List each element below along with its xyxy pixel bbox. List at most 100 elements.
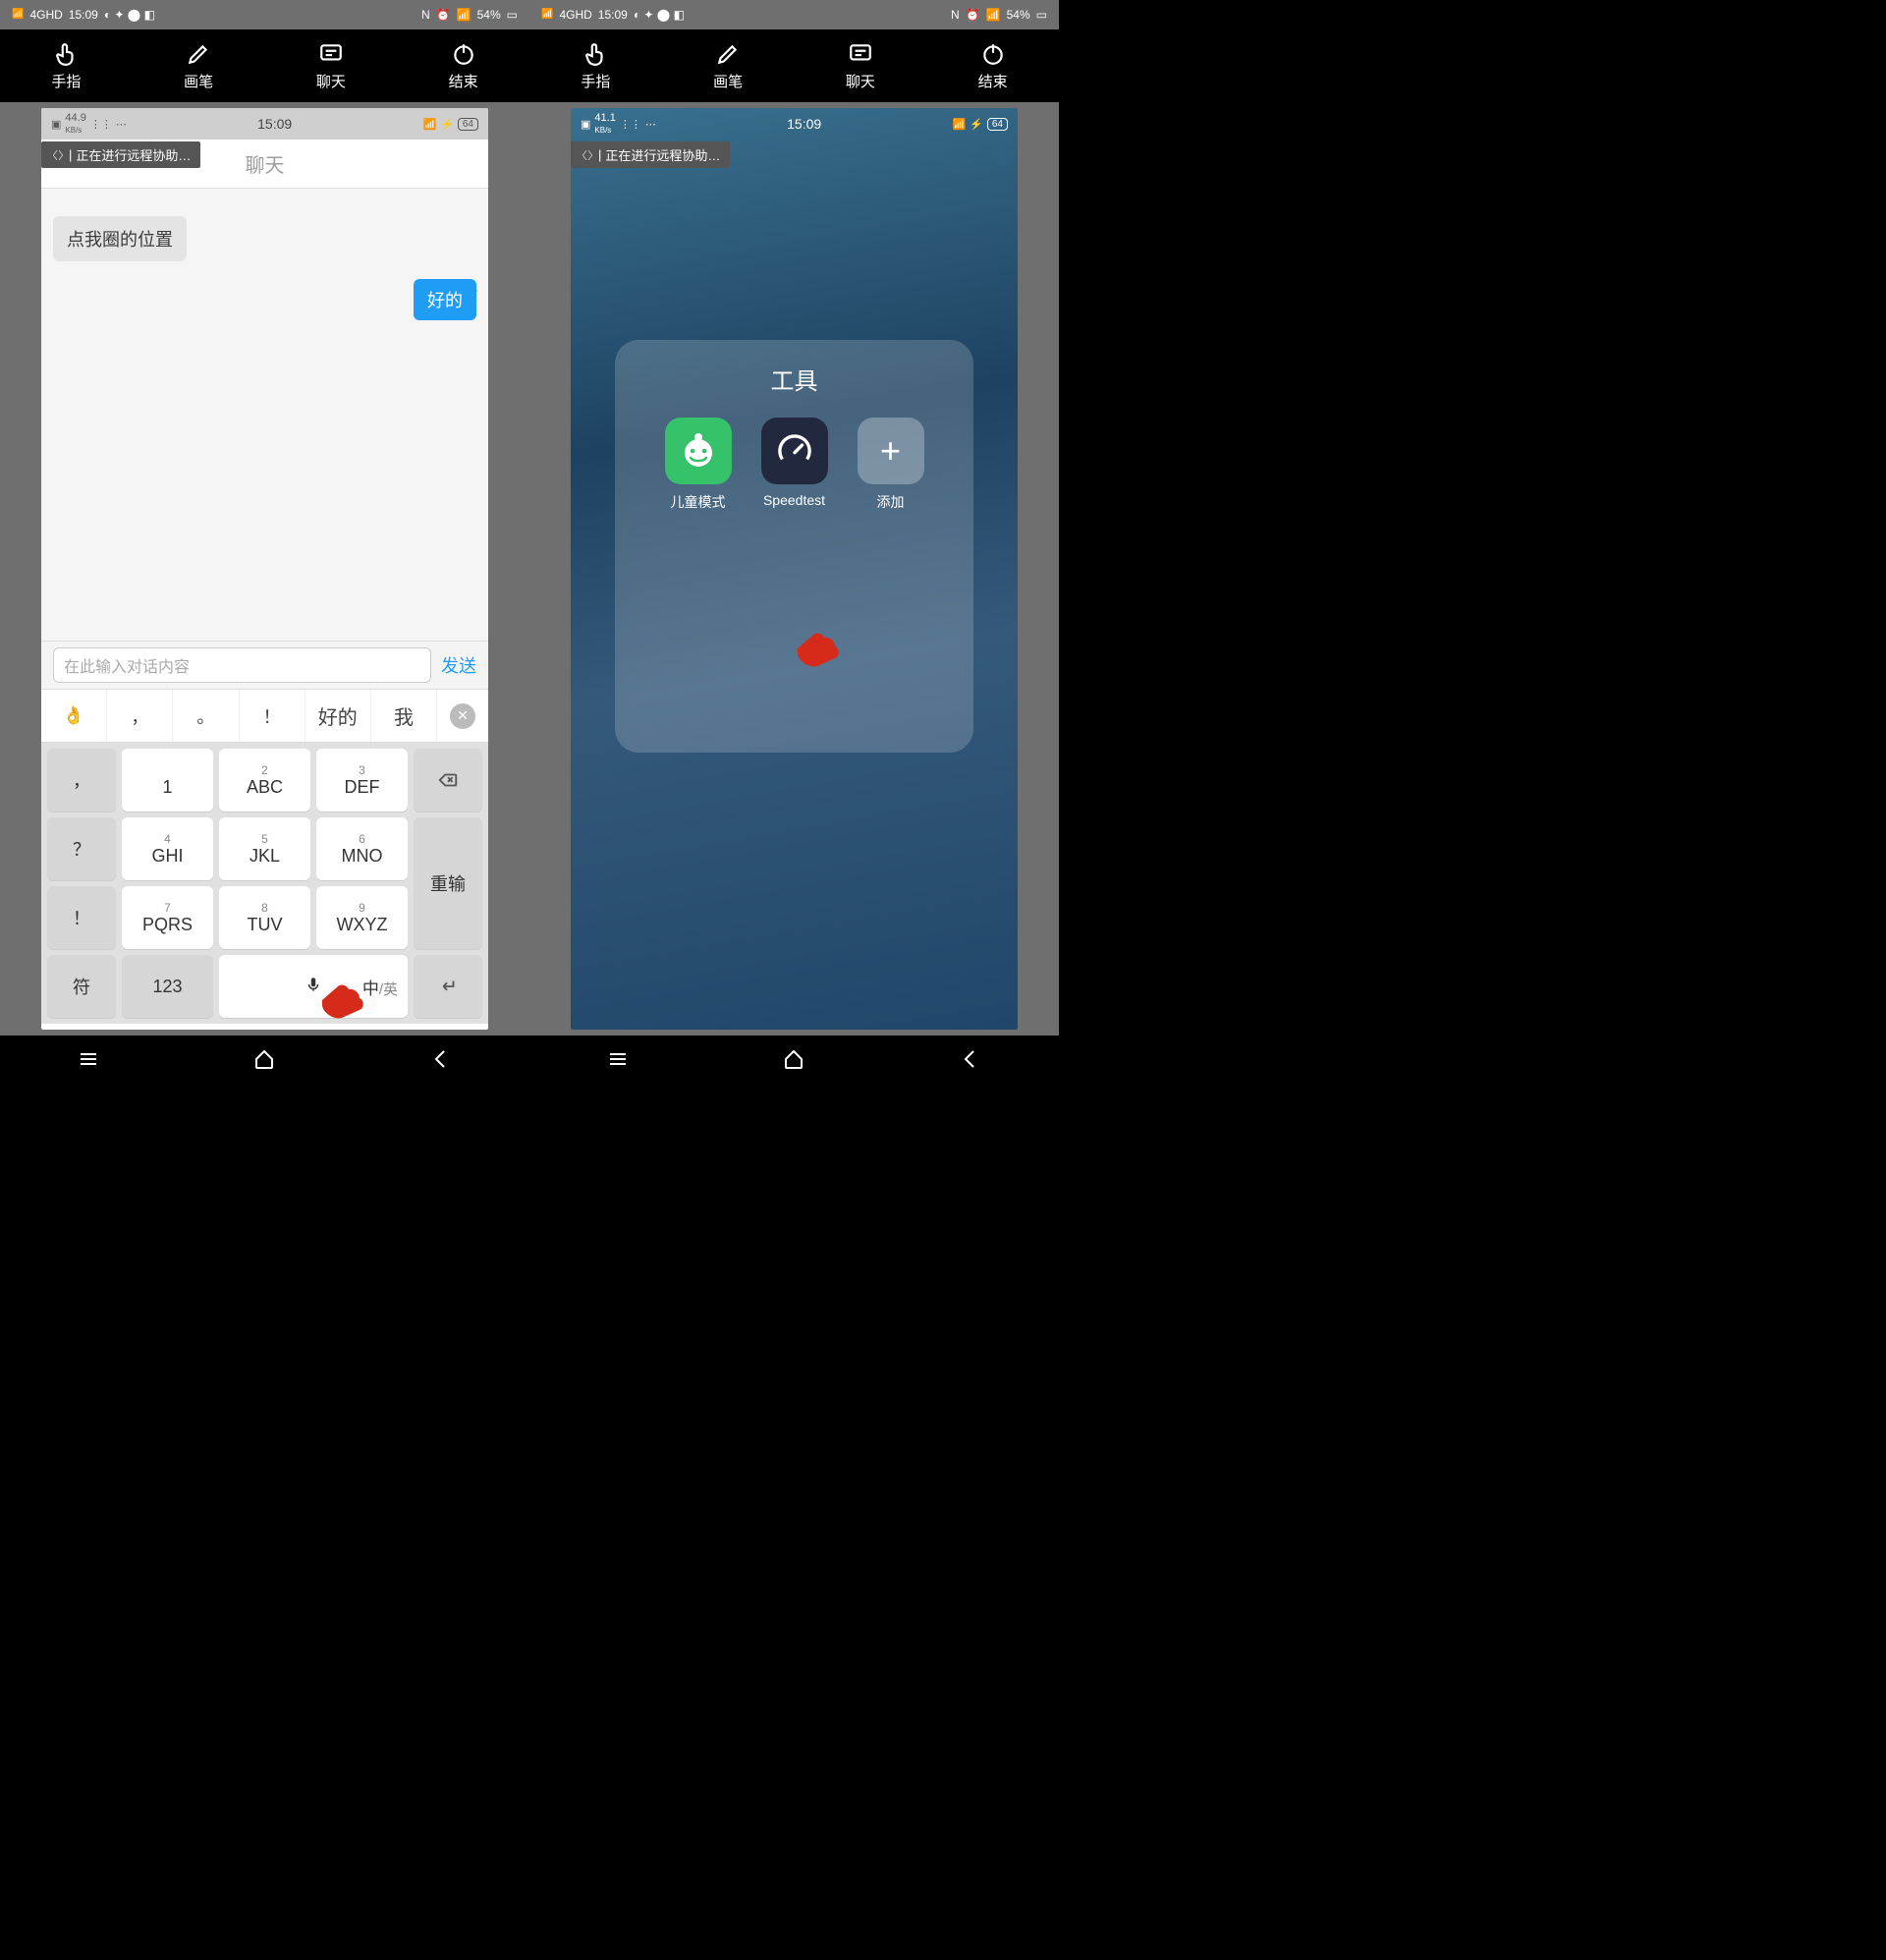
outer-battery: 54%	[477, 8, 501, 22]
suggestion-1[interactable]: ，	[107, 690, 173, 742]
inner-battery-left: 64	[458, 118, 478, 131]
pointer-cursor-left	[316, 977, 365, 1020]
folder-panel[interactable]: 工具 儿童模式 Speedtest	[615, 340, 973, 753]
keyboard: ， 11 2ABC 3DEF ？ 4GHI 5JKL 6MNO 重输 ！ 7PQ…	[41, 743, 488, 1024]
key-question[interactable]: ？	[47, 817, 116, 880]
app-speedtest[interactable]: Speedtest	[761, 418, 828, 512]
outer-navbar	[0, 1036, 529, 1087]
tool-chat[interactable]: 聊天	[795, 29, 927, 102]
suggestion-3[interactable]: ！	[240, 690, 305, 742]
chat-input[interactable]: 在此输入对话内容	[53, 647, 431, 683]
charge-icon: ⚡	[440, 118, 454, 131]
plus-icon: +	[858, 418, 924, 484]
battery-icon: ▭	[507, 8, 518, 22]
key-5[interactable]: 5JKL	[219, 817, 310, 880]
suggestion-5[interactable]: 我	[371, 690, 437, 742]
tool-finger-label: 手指	[51, 71, 81, 91]
pointer-cursor-right	[792, 625, 841, 668]
nav-back-icon[interactable]	[959, 1047, 982, 1076]
key-123[interactable]: 123	[122, 955, 213, 1018]
nav-home-icon[interactable]	[252, 1047, 276, 1076]
mute-icon: ▣	[581, 118, 590, 131]
signal-icon: 📶	[12, 10, 24, 20]
message-incoming: 点我圈的位置	[53, 216, 187, 261]
nav-menu-icon[interactable]	[606, 1047, 630, 1076]
inner-status-bar-left: ▣ 44.9KB/s ⋮⋮ ⋯ 15:09 📶 ⚡ 64	[41, 108, 488, 140]
message-outgoing: 好的	[414, 279, 476, 320]
inner-phone-chat: ▣ 44.9KB/s ⋮⋮ ⋯ 15:09 📶 ⚡ 64 | 正在进行	[41, 108, 488, 1030]
kids-face-icon	[665, 418, 732, 484]
mute-icon: ▣	[51, 118, 61, 131]
alarm-icon: ⏰	[966, 8, 980, 22]
tool-chat-label: 聊天	[316, 71, 346, 91]
nav-menu-icon[interactable]	[77, 1047, 100, 1076]
key-enter[interactable]	[414, 955, 482, 1018]
key-3[interactable]: 3DEF	[316, 749, 408, 812]
alarm-icon: ⏰	[436, 8, 451, 22]
nav-back-icon[interactable]	[429, 1047, 453, 1076]
nav-home-icon[interactable]	[782, 1047, 805, 1076]
tool-chat[interactable]: 聊天	[265, 29, 398, 102]
chat-title: 聊天	[246, 149, 285, 178]
outer-status-bar-r: 📶 4GHD 15:09 ◐ ✦ ⬤ ◧ N ⏰ 📶 54% ▭	[529, 0, 1059, 29]
tool-finger[interactable]: 手指	[529, 29, 662, 102]
signal-icon: 📶	[541, 10, 553, 20]
key-8[interactable]: 8TUV	[219, 886, 310, 949]
tool-brush[interactable]: 画笔	[662, 29, 795, 102]
inner-time-left: 15:09	[257, 116, 292, 132]
wifi-icon: 📶	[952, 118, 966, 131]
key-6[interactable]: 6MNO	[316, 817, 408, 880]
suggestion-emoji[interactable]: 👌	[41, 690, 107, 742]
key-4[interactable]: 4GHI	[122, 817, 213, 880]
outer-status-bar: 📶 4GHD 15:09 ◐ ✦ ⬤ ◧ N ⏰ 📶 54% ▭	[0, 0, 529, 29]
key-fn[interactable]: 符	[47, 955, 116, 1018]
tool-end-label: 结束	[449, 71, 478, 91]
app-speed-label: Speedtest	[763, 492, 825, 508]
key-7[interactable]: 7PQRS	[122, 886, 213, 949]
key-9[interactable]: 9WXYZ	[316, 886, 408, 949]
app-kids-mode[interactable]: 儿童模式	[665, 418, 732, 512]
key-exclaim[interactable]: ！	[47, 886, 116, 949]
folder-title: 工具	[771, 362, 818, 396]
status-icon: ◐ ✦ ⬤ ◧	[104, 8, 155, 22]
send-button[interactable]: 发送	[441, 652, 476, 678]
usb-icon: ⋮⋮	[90, 118, 112, 131]
outer-net-label: 4GHD	[29, 8, 62, 22]
tool-end[interactable]: 结束	[397, 29, 529, 102]
outer-toolbar-r: 手指 画笔 聊天 结束	[529, 29, 1059, 102]
nfc-icon: N	[421, 8, 430, 22]
outer-time: 15:09	[69, 8, 98, 22]
wifi-icon: 📶	[457, 8, 472, 22]
key-2[interactable]: 2ABC	[219, 749, 310, 812]
key-1[interactable]: 11	[122, 749, 213, 812]
right-screenshot: 📶 4GHD 15:09 ◐ ✦ ⬤ ◧ N ⏰ 📶 54% ▭ 手指 画笔	[529, 0, 1059, 1087]
key-retype[interactable]: 重输	[414, 817, 482, 949]
wifi-icon: 📶	[422, 118, 436, 131]
battery-icon: ▭	[1036, 8, 1047, 22]
key-comma[interactable]: ，	[47, 749, 116, 812]
gauge-icon	[761, 418, 828, 484]
outer-toolbar: 手指 画笔 聊天 结束	[0, 29, 529, 102]
chat-body[interactable]: 点我圈的位置 好的	[41, 189, 488, 641]
inner-status-bar-right: ▣ 41.1KB/s ⋮⋮ ⋯ 15:09 📶 ⚡ 64	[571, 108, 1018, 140]
outer-navbar-r	[529, 1036, 1059, 1087]
remote-assist-banner-r[interactable]: | 正在进行远程协助…	[571, 141, 730, 168]
inner-time-right: 15:09	[787, 116, 821, 132]
keyboard-suggestions: 👌 ， 。 ！ 好的 我 ✕	[41, 690, 488, 743]
left-screenshot: 📶 4GHD 15:09 ◐ ✦ ⬤ ◧ N ⏰ 📶 54% ▭ 手指 画笔	[0, 0, 529, 1087]
app-kids-label: 儿童模式	[671, 492, 726, 512]
remote-assist-banner[interactable]: | 正在进行远程协助…	[41, 141, 200, 168]
tool-brush[interactable]: 画笔	[133, 29, 265, 102]
chat-input-row: 在此输入对话内容 发送	[41, 641, 488, 690]
suggestion-4[interactable]: 好的	[305, 690, 371, 742]
key-backspace[interactable]	[414, 749, 482, 812]
key-space[interactable]: 中/英	[219, 955, 408, 1018]
tool-finger[interactable]: 手指	[0, 29, 133, 102]
app-add[interactable]: + 添加	[858, 418, 924, 512]
suggestion-2[interactable]: 。	[173, 690, 239, 742]
keyboard-collapse[interactable]: ✕	[437, 703, 488, 729]
app-add-label: 添加	[877, 492, 905, 512]
inner-battery-right: 64	[987, 118, 1008, 131]
tool-end[interactable]: 结束	[926, 29, 1059, 102]
nfc-icon: N	[951, 8, 960, 22]
